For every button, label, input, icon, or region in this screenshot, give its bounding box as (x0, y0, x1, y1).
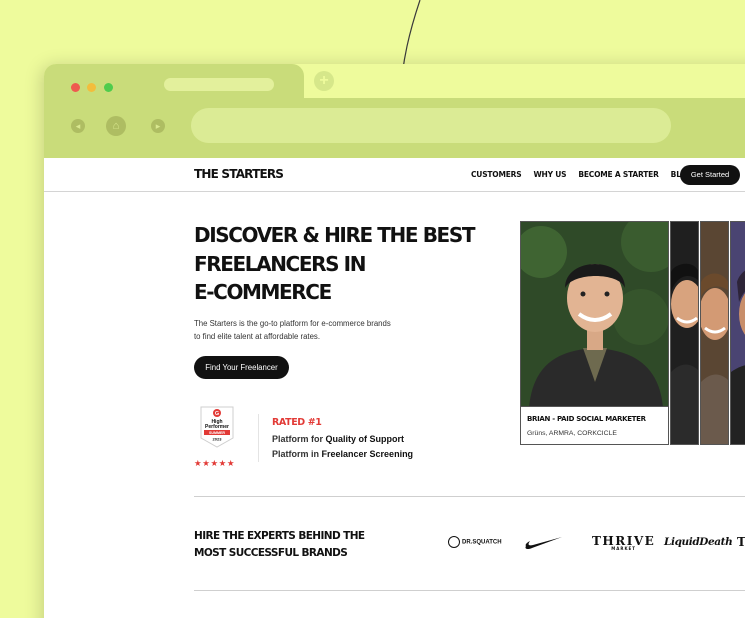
maximize-window-dot[interactable] (104, 83, 113, 92)
browser-tab[interactable] (44, 64, 304, 98)
rating-line-1: Platform for Quality of Support (272, 434, 404, 444)
get-started-button[interactable]: Get Started (680, 165, 740, 185)
hero-title-line: E-COMMERCE (194, 280, 332, 304)
freelancer-brands: Grüns, ARMRA, CORKCICLE (527, 430, 617, 437)
nav-customers[interactable]: CUSTOMERS (471, 170, 522, 179)
brand-logo-thrive: THRIVE MARKET (592, 534, 655, 551)
web-page: THE STARTERS CUSTOMERS WHY US BECOME A S… (44, 158, 745, 618)
brand-logo-dr-squatch: DR.SQUATCH (448, 536, 502, 548)
close-window-dot[interactable] (71, 83, 80, 92)
forward-arrow-icon[interactable]: ▸ (151, 119, 165, 133)
badge-divider (258, 414, 259, 462)
find-freelancer-button[interactable]: Find Your Freelancer (194, 356, 289, 379)
freelancer-photo (731, 222, 745, 444)
tab-title-placeholder (164, 78, 274, 91)
brand-logo-label: DR.SQUATCH (462, 539, 502, 546)
rating-line-2: Platform in Freelancer Screening (272, 449, 413, 459)
back-arrow-icon[interactable]: ◂ (71, 119, 85, 133)
freelancer-photo (521, 222, 668, 408)
freelancer-caption: BRIAN - PAID SOCIAL MARKETER Grüns, ARMR… (521, 406, 668, 444)
nike-swoosh-icon (525, 537, 562, 550)
freelancer-card[interactable] (730, 221, 745, 445)
badge-year: 2023 (213, 437, 223, 442)
hero-description: The Starters is the go-to platform for e… (194, 319, 391, 341)
badge-title-2: Performer (205, 424, 229, 430)
nav-become-a-starter[interactable]: BECOME A STARTER (578, 170, 659, 179)
brand-logo-partial: TR (737, 535, 745, 549)
tab-strip: + (44, 64, 745, 98)
home-icon[interactable]: ⌂ (106, 116, 126, 136)
address-bar[interactable] (191, 108, 671, 143)
site-logo[interactable]: THE STARTERS (194, 167, 284, 181)
rating-line-2-prefix: Platform in (272, 449, 322, 459)
browser-window: + ◂ ⌂ ▸ THE STARTERS CUSTOMERS WHY US BE… (44, 64, 745, 618)
g2-badge-icon: G High Performer SUMMER 2023 (200, 406, 234, 448)
brand-logo-liquid-death: LiquidDeath (664, 536, 733, 548)
freelancer-card-featured[interactable]: BRIAN - PAID SOCIAL MARKETER Grüns, ARMR… (520, 221, 669, 445)
freelancer-card[interactable] (670, 221, 699, 445)
freelancer-card[interactable] (700, 221, 729, 445)
new-tab-button[interactable]: + (314, 71, 334, 91)
section-divider (194, 590, 745, 591)
nav-why-us[interactable]: WHY US (533, 170, 566, 179)
dr-squatch-ring-icon (448, 536, 460, 548)
brands-heading: HIRE THE EXPERTS BEHIND THE MOST SUCCESS… (194, 530, 365, 559)
minimize-window-dot[interactable] (87, 83, 96, 92)
site-header: THE STARTERS CUSTOMERS WHY US BECOME A S… (44, 158, 745, 192)
rated-headline: RATED #1 (272, 417, 322, 428)
badge-brand: G (215, 411, 219, 417)
rating-line-2-bold: Freelancer Screening (321, 449, 414, 459)
badge-ribbon: SUMMER (209, 431, 225, 435)
freelancer-photo (701, 222, 728, 444)
star-rating: ★★★★★ (194, 458, 236, 468)
section-divider (194, 496, 745, 497)
rating-line-1-bold: Quality of Support (325, 434, 405, 444)
hero-title: DISCOVER & HIRE THE BEST FREELANCERS IN … (194, 221, 475, 307)
freelancer-photo (671, 222, 698, 444)
freelancer-name: BRIAN - PAID SOCIAL MARKETER (527, 415, 646, 423)
main-nav: CUSTOMERS WHY US BECOME A STARTER BLOG (471, 170, 693, 179)
hero-title-line: DISCOVER & HIRE THE BEST (194, 223, 475, 247)
hero-title-line: FREELANCERS IN (194, 251, 366, 276)
rating-line-1-prefix: Platform for (272, 434, 326, 444)
